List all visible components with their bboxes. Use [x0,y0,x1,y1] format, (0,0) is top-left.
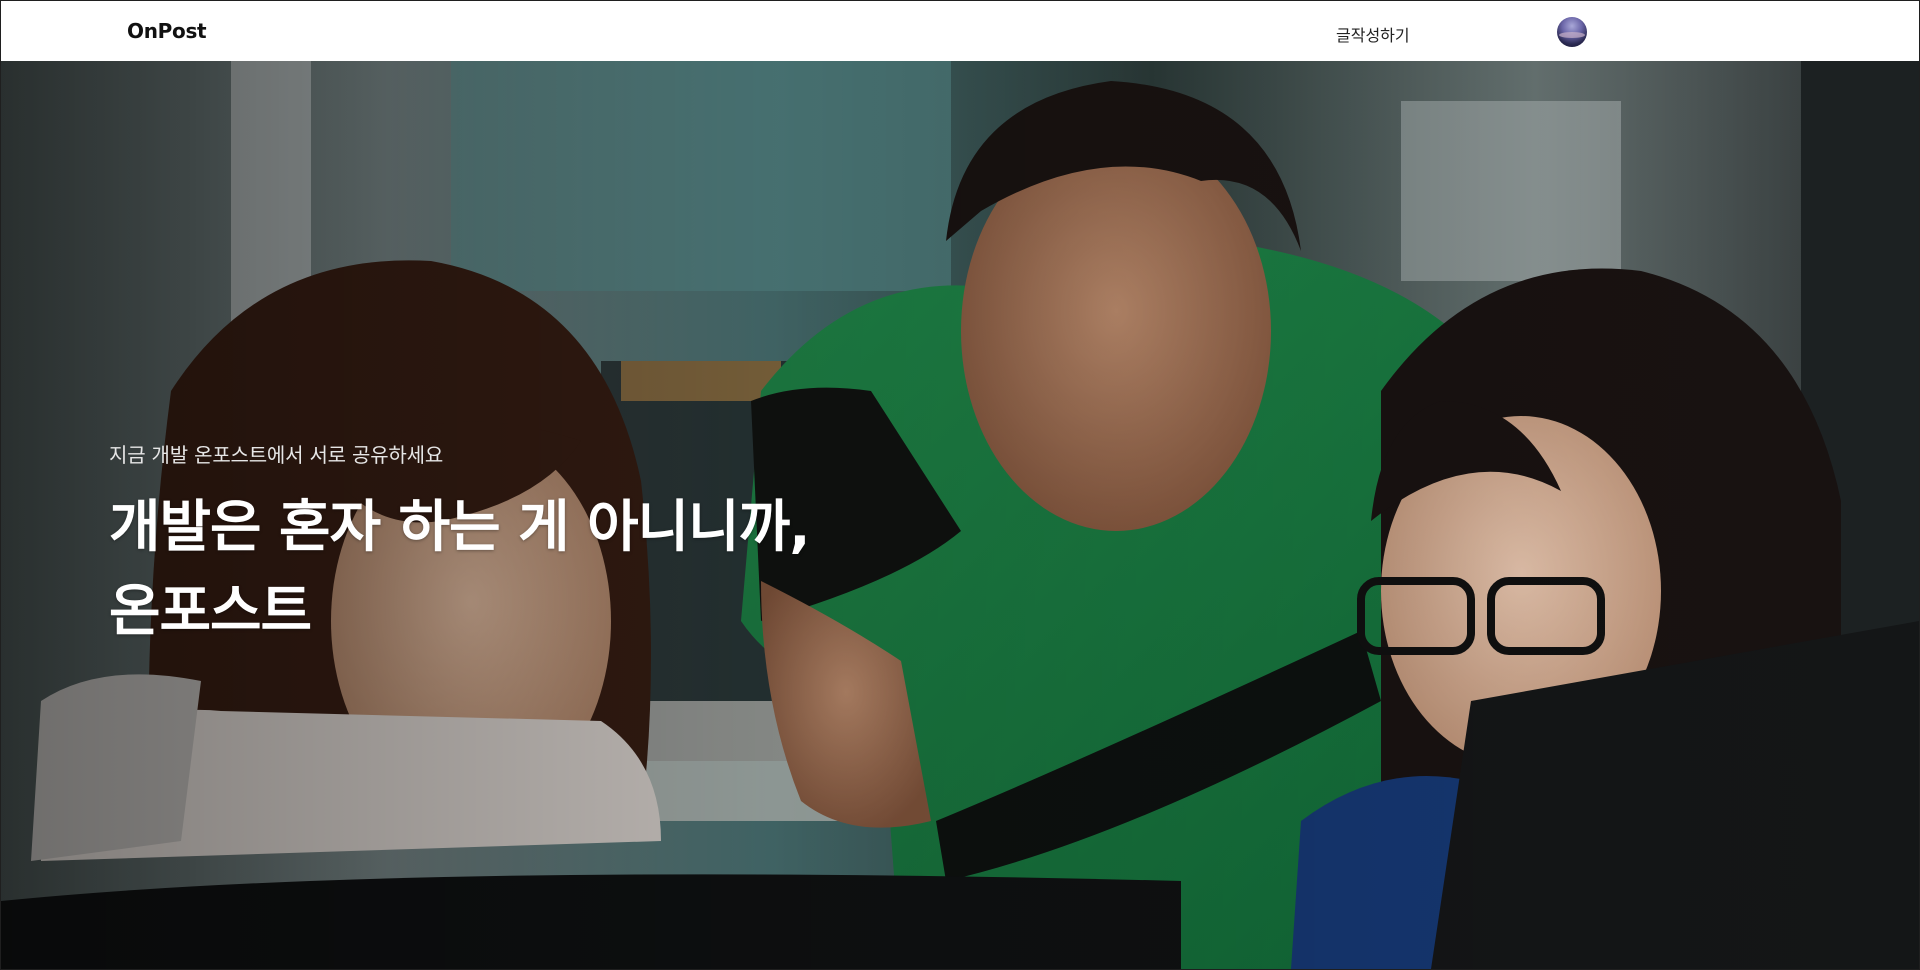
page-frame: OnPost 글작성하기 지금 개발 온포스트에서 서로 공유하세요 개발은 혼… [0,0,1920,970]
user-avatar[interactable] [1557,17,1587,47]
site-logo[interactable]: OnPost [127,19,207,43]
hero-text-block: 지금 개발 온포스트에서 서로 공유하세요 개발은 혼자 하는 게 아니니까, … [109,439,810,654]
hero-subtitle: 지금 개발 온포스트에서 서로 공유하세요 [109,443,444,467]
hero-title-line2: 온포스트 [109,579,312,644]
hero-title: 개발은 혼자 하는 게 아니니까, 온포스트 [109,486,810,654]
top-navbar: OnPost 글작성하기 [1,1,1919,61]
hero-banner: 지금 개발 온포스트에서 서로 공유하세요 개발은 혼자 하는 게 아니니까, … [1,61,1919,969]
write-post-link[interactable]: 글작성하기 [1336,22,1410,46]
hero-title-line1: 개발은 혼자 하는 게 아니니까, [109,495,810,560]
